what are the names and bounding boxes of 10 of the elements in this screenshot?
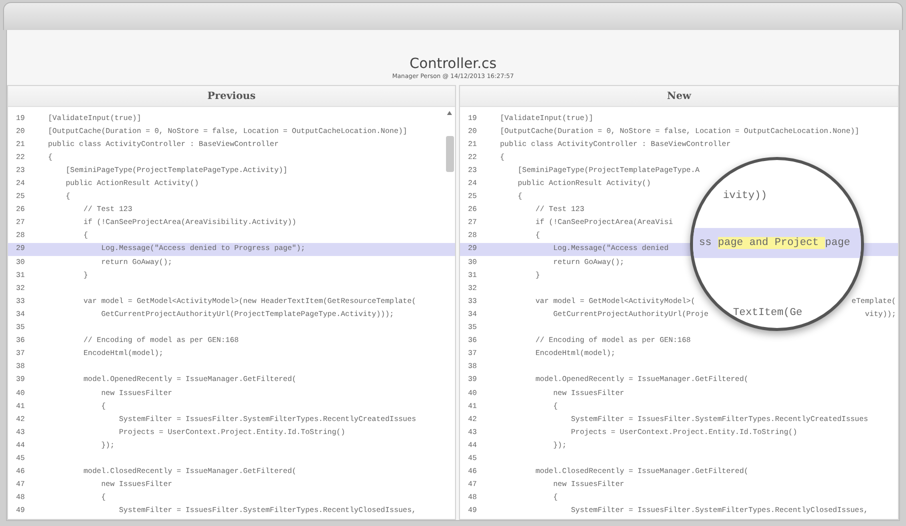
magnified-code-text: ss xyxy=(699,237,713,249)
file-title: Controller.cs xyxy=(409,56,497,73)
scroll-up-icon[interactable] xyxy=(446,110,453,116)
pane-title: Previous xyxy=(8,86,455,107)
scrollbar-thumb[interactable] xyxy=(446,136,454,172)
magnified-code-text: page xyxy=(825,237,850,249)
magnified-code-text: page and Project xyxy=(718,237,826,249)
pane-title: New xyxy=(460,86,898,107)
magnified-code-text: ivity)) xyxy=(723,190,768,202)
magnified-code-text: TextItem(Ge xyxy=(733,307,802,320)
